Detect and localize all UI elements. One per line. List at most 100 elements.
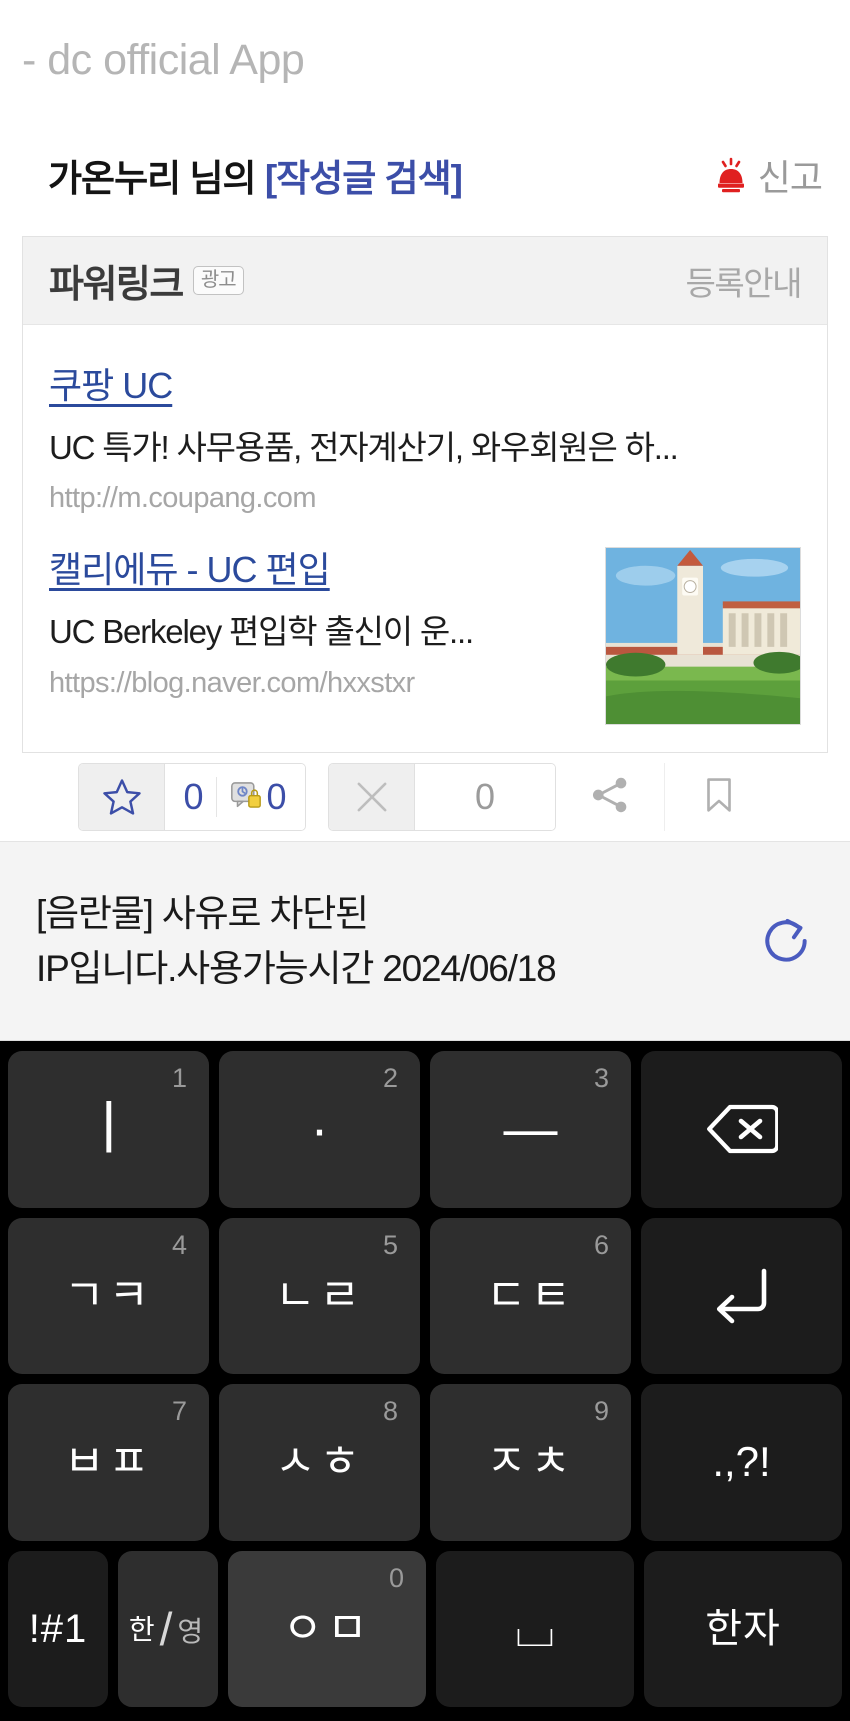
app-title-bar: - dc official App xyxy=(0,0,850,120)
key-enter[interactable] xyxy=(641,1217,842,1374)
key-label: ㅂㅍ xyxy=(64,1437,153,1487)
enter-icon xyxy=(710,1267,774,1325)
ad-badge: 광고 xyxy=(192,266,244,295)
powerlink-title: 파워링크 xyxy=(49,264,184,306)
key-label: ㄱㅋ xyxy=(64,1270,153,1320)
app-root: - dc official App 가온누리 님의 [작성글 검색] 신고 파워… xyxy=(0,0,850,1721)
key-label: ㅅㅎ xyxy=(275,1437,364,1487)
key-vowel-arae-a[interactable]: 2 · xyxy=(219,1051,420,1208)
key-sup-label: 3 xyxy=(593,1063,609,1093)
ad-url: http://m.coupang.com xyxy=(49,482,316,515)
key-label: ㅇㅁ xyxy=(282,1603,372,1653)
keyboard-row: 7 ㅂㅍ 8 ㅅㅎ 9 ㅈㅊ .,?! xyxy=(8,1384,842,1541)
key-vowel-i[interactable]: 1 ㅣ xyxy=(8,1051,209,1208)
key-punctuation[interactable]: .,?! xyxy=(641,1384,842,1541)
dislike-group[interactable]: 0 xyxy=(328,763,556,832)
key-sup-label: 1 xyxy=(171,1063,187,1093)
search-posts-link[interactable]: [작성글 검색] xyxy=(265,158,463,199)
ad-title-link[interactable]: 쿠팡 UC xyxy=(49,357,173,409)
x-icon[interactable] xyxy=(329,764,415,831)
powerlink-body: 쿠팡 UC UC 특가! 사무용품, 전자계산기, 와우회원은 하... htt… xyxy=(23,325,827,753)
share-icon xyxy=(588,773,632,822)
key-sup-label: 5 xyxy=(382,1229,398,1260)
search-header: 가온누리 님의 [작성글 검색] 신고 xyxy=(0,120,850,230)
key-vowel-eu[interactable]: 3 — xyxy=(430,1051,631,1208)
key-consonant-s-h[interactable]: 8 ㅅㅎ xyxy=(219,1384,420,1541)
key-sup-label: 4 xyxy=(171,1229,187,1260)
report-label: 신고 xyxy=(757,157,823,198)
search-header-title: 가온누리 님의 [작성글 검색] xyxy=(48,148,463,202)
key-label: ㄴㄹ xyxy=(275,1270,364,1320)
key-sup-label: 9 xyxy=(593,1396,609,1426)
recommend-group[interactable]: 0 0 xyxy=(78,763,306,832)
lang-toggle-korean: 한 xyxy=(128,1613,159,1645)
backspace-icon xyxy=(706,1103,778,1155)
bookmark-icon xyxy=(698,774,740,821)
key-sup-label: 0 xyxy=(388,1562,404,1593)
ad-url: https://blog.naver.com/hxxstxr xyxy=(49,666,415,699)
app-title: - dc official App xyxy=(22,35,305,84)
key-language-toggle[interactable]: 한 / 영 xyxy=(118,1550,218,1707)
action-toolbar: 0 0 0 xyxy=(0,753,850,842)
key-consonant-g-k[interactable]: 4 ㄱㅋ xyxy=(8,1217,209,1374)
key-sup-label: 8 xyxy=(382,1396,398,1426)
blocked-ip-message: [음란물] 사유로 차단된 IP입니다.사용가능시간 2024/06/18 xyxy=(36,886,557,997)
key-consonant-ng-m[interactable]: 0 ㅇㅁ xyxy=(228,1550,426,1707)
keyboard-row: 1 ㅣ 2 · 3 — xyxy=(8,1051,842,1208)
ad-thumbnail[interactable] xyxy=(605,547,801,726)
recommend-count-wrap[interactable]: 0 0 xyxy=(165,764,305,831)
register-guide-link[interactable]: 등록안내 xyxy=(686,257,803,305)
lang-toggle-slash: / xyxy=(159,1602,177,1655)
key-label: 한자 xyxy=(705,1606,781,1651)
ad-title-link[interactable]: 캘리에듀 - UC 편입 xyxy=(49,541,331,593)
key-backspace[interactable] xyxy=(641,1051,842,1208)
key-hanja[interactable]: 한자 xyxy=(644,1550,842,1707)
blocked-ip-banner: [음란물] 사유로 차단된 IP입니다.사용가능시간 2024/06/18 xyxy=(0,841,850,1041)
star-icon[interactable] xyxy=(79,764,165,831)
key-sup-label: 2 xyxy=(382,1063,398,1093)
key-sup-label: 6 xyxy=(593,1229,609,1260)
blocked-ip-line1: [음란물] 사유로 차단된 xyxy=(36,892,369,934)
lang-toggle-glyph: 한 / 영 xyxy=(129,1602,207,1656)
key-label: — xyxy=(503,1099,558,1160)
key-label: ⌴ xyxy=(515,1600,555,1657)
ad-description: UC Berkeley 편입학 출신이 운... xyxy=(49,613,474,651)
key-consonant-d-t[interactable]: 6 ㄷㅌ xyxy=(430,1217,631,1374)
nickname-text: 가온누리 님의 xyxy=(48,158,265,199)
report-button[interactable]: 신고 xyxy=(713,149,823,201)
refresh-icon xyxy=(758,919,814,973)
powerlink-header-left: 파워링크 광고 xyxy=(49,253,244,308)
divider xyxy=(215,777,217,818)
share-button[interactable] xyxy=(556,763,664,832)
key-space[interactable]: ⌴ xyxy=(436,1550,634,1707)
bookmark-button[interactable] xyxy=(664,763,772,832)
key-label: !#1 xyxy=(28,1606,88,1651)
comment-count: 0 xyxy=(266,776,287,818)
siren-icon xyxy=(713,157,749,193)
dislike-count: 0 xyxy=(474,776,496,818)
recommend-count: 0 xyxy=(183,776,204,818)
keyboard-row: !#1 한 / 영 0 ㅇㅁ ⌴ 한자 xyxy=(8,1550,842,1707)
key-sup-label: 7 xyxy=(171,1396,187,1426)
lang-toggle-english: 영 xyxy=(177,1615,208,1647)
powerlink-card: 파워링크 광고 등록안내 쿠팡 UC UC 특가! 사무용품, 전자계산기, 와… xyxy=(22,236,828,754)
keyboard-row: 4 ㄱㅋ 5 ㄴㄹ 6 ㄷㅌ xyxy=(8,1217,842,1374)
ad-item[interactable]: 쿠팡 UC UC 특가! 사무용품, 전자계산기, 와우회원은 하... htt… xyxy=(49,341,801,525)
ad-item[interactable]: 캘리에듀 - UC 편입 UC Berkeley 편입학 출신이 운... ht… xyxy=(49,525,801,730)
key-consonant-j-ch[interactable]: 9 ㅈㅊ xyxy=(430,1384,631,1541)
blocked-ip-line2: IP입니다.사용가능시간 2024/06/18 xyxy=(36,948,557,990)
key-consonant-b-p[interactable]: 7 ㅂㅍ xyxy=(8,1384,209,1541)
refresh-button[interactable] xyxy=(758,913,814,969)
dislike-count-wrap[interactable]: 0 xyxy=(415,764,555,831)
comment-lock-icon xyxy=(229,778,263,817)
ad-description: UC 특가! 사무용품, 전자계산기, 와우회원은 하... xyxy=(49,429,679,466)
key-symbols[interactable]: !#1 xyxy=(8,1550,108,1707)
key-label: ㄷㅌ xyxy=(486,1270,575,1320)
key-label: ㅣ xyxy=(81,1096,136,1162)
key-consonant-n-r[interactable]: 5 ㄴㄹ xyxy=(219,1217,420,1374)
key-label: · xyxy=(310,1099,329,1160)
key-label: .,?! xyxy=(712,1438,771,1486)
korean-keyboard: 1 ㅣ 2 · 3 — 4 ㄱㅋ 5 ㄴㄹ 6 ㄷㅌ 7 ㅂㅍ 8 ㅅㅎ 9 ㅈ… xyxy=(0,1041,850,1721)
powerlink-header: 파워링크 광고 등록안내 xyxy=(23,237,827,325)
key-label: ㅈㅊ xyxy=(486,1437,575,1487)
